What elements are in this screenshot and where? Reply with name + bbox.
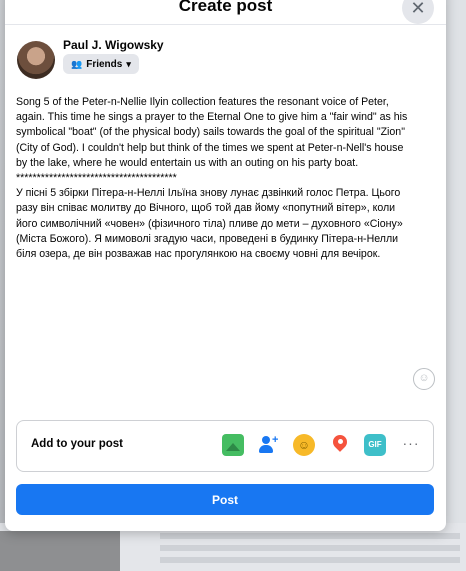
audience-label: Friends [86, 58, 123, 70]
header-divider [5, 24, 446, 25]
create-post-dialog: Create post ✕ Paul J. Wigowsky 👥 Friends… [5, 0, 446, 531]
photo-video-icon[interactable] [222, 434, 244, 456]
avatar[interactable] [17, 41, 55, 79]
author-name: Paul J. Wigowsky [63, 38, 164, 52]
add-to-post-bar: Add to your post + ☺ GIF ··· [16, 420, 434, 472]
more-icon[interactable]: ··· [400, 434, 422, 456]
background-text-blur [160, 533, 460, 563]
dialog-title: Create post [178, 0, 273, 15]
background-thumbnail [0, 531, 120, 571]
tag-people-icon[interactable]: + [257, 434, 279, 456]
gif-icon[interactable]: GIF [364, 434, 386, 456]
caret-down-icon: ▾ [126, 58, 131, 69]
feeling-icon[interactable]: ☺ [293, 434, 315, 456]
post-text-input[interactable]: Song 5 of the Peter-n-Nellie Ilyin colle… [16, 95, 411, 262]
close-icon[interactable]: ✕ [402, 0, 434, 24]
emoji-icon[interactable]: ☺ [413, 368, 435, 390]
check-in-icon[interactable] [329, 432, 351, 456]
audience-selector[interactable]: 👥 Friends ▾ [63, 54, 139, 74]
post-button[interactable]: Post [16, 484, 434, 515]
add-to-post-label: Add to your post [31, 438, 123, 450]
people-icon: 👥 [71, 58, 83, 69]
